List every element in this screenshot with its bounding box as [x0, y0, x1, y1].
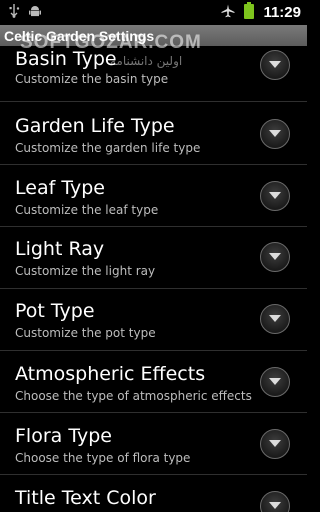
chevron-down-icon[interactable] — [260, 242, 290, 272]
setting-title-text-color[interactable]: Title Text Color — [0, 475, 307, 512]
chevron-down-icon[interactable] — [260, 304, 290, 334]
setting-summary: Customize the pot type — [15, 326, 156, 340]
android-debug-icon — [28, 3, 42, 22]
setting-title: Light Ray — [15, 238, 105, 260]
setting-title: Basin Type — [15, 48, 117, 70]
status-clock: 11:29 — [263, 4, 301, 21]
setting-summary: Choose the type of flora type — [15, 451, 191, 465]
setting-summary: Customize the light ray — [15, 264, 156, 278]
status-bar: 11:29 — [0, 0, 307, 25]
chevron-down-icon[interactable] — [260, 181, 290, 211]
setting-summary: Choose the type of atmospheric effects — [15, 389, 252, 403]
setting-summary: Customize the leaf type — [15, 203, 159, 217]
chevron-down-icon[interactable] — [260, 50, 290, 80]
setting-title: Flora Type — [15, 425, 112, 447]
setting-title: Leaf Type — [15, 177, 105, 199]
airplane-mode-icon — [221, 3, 235, 22]
setting-summary: Customize the basin type — [15, 72, 169, 86]
setting-light-ray[interactable]: Light Ray Customize the light ray — [0, 227, 307, 289]
setting-basin-type[interactable]: Basin Type Customize the basin type — [0, 46, 307, 100]
setting-title: Garden Life Type — [15, 115, 175, 137]
settings-list: Basin Type Customize the basin type Gard… — [0, 46, 307, 512]
chevron-down-icon[interactable] — [260, 119, 290, 149]
usb-icon — [8, 3, 20, 22]
chevron-down-icon[interactable] — [260, 491, 290, 512]
setting-flora-type[interactable]: Flora Type Choose the type of flora type — [0, 413, 307, 475]
setting-pot-type[interactable]: Pot Type Customize the pot type — [0, 289, 307, 351]
setting-atmospheric-effects[interactable]: Atmospheric Effects Choose the type of a… — [0, 351, 307, 413]
setting-title: Atmospheric Effects — [15, 363, 206, 385]
setting-summary: Customize the garden life type — [15, 141, 201, 155]
title-bar: Celtic Garden Settings — [0, 25, 307, 46]
setting-leaf-type[interactable]: Leaf Type Customize the leaf type — [0, 165, 307, 227]
chevron-down-icon[interactable] — [260, 367, 290, 397]
setting-title: Pot Type — [15, 300, 95, 322]
chevron-down-icon[interactable] — [260, 429, 290, 459]
setting-title: Title Text Color — [15, 487, 156, 509]
page-title: Celtic Garden Settings — [4, 27, 155, 44]
setting-garden-life-type[interactable]: Garden Life Type Customize the garden li… — [0, 102, 307, 164]
battery-icon — [244, 2, 255, 23]
